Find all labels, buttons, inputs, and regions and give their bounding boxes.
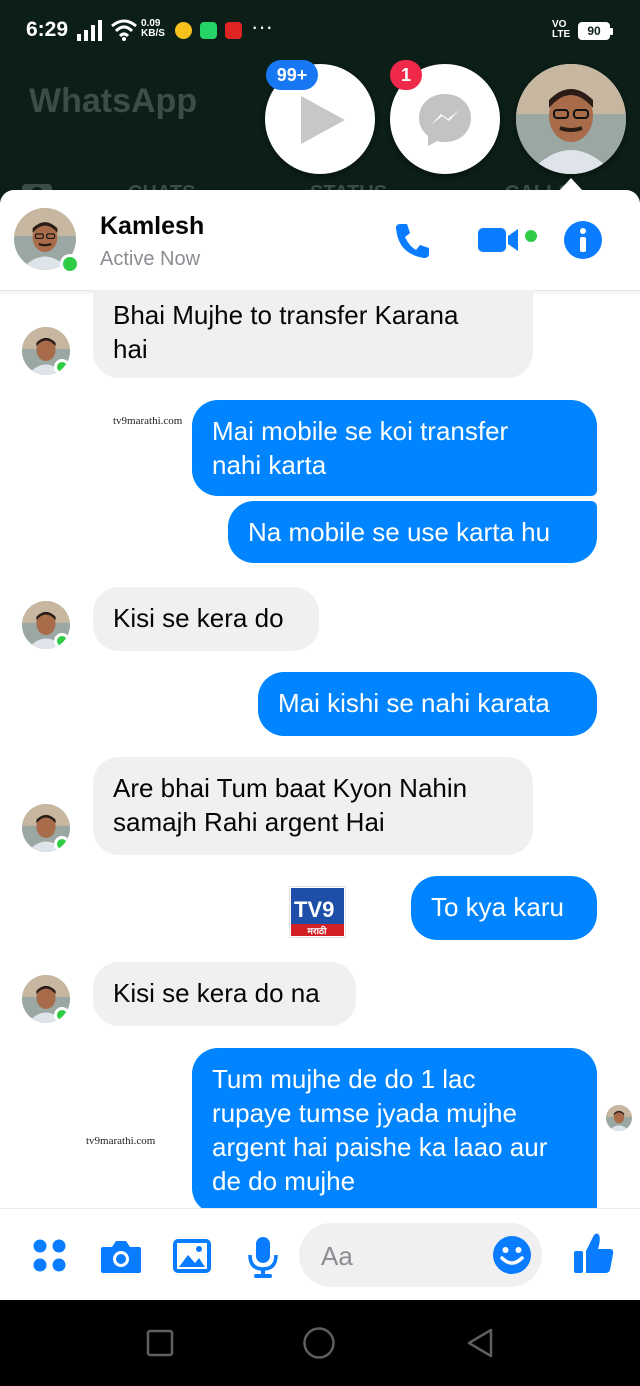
online-indicator bbox=[54, 1007, 70, 1023]
message-line: argent hai paishe ka laao aur bbox=[212, 1132, 548, 1162]
online-indicator bbox=[60, 254, 80, 274]
contact-photo bbox=[606, 1105, 632, 1131]
home-icon[interactable] bbox=[302, 1326, 336, 1360]
message-line: de do mujhe bbox=[212, 1166, 356, 1196]
message-line: Na mobile se use karta hu bbox=[248, 517, 551, 547]
chat-header: Kamlesh Active Now bbox=[0, 190, 640, 291]
message-bubble-outgoing[interactable]: To kya karu bbox=[411, 876, 597, 940]
messenger-chat-card: Kamlesh Active Now Bhai Mujhe to transfe… bbox=[0, 190, 640, 1300]
video-camera-icon[interactable] bbox=[476, 218, 524, 262]
message-bubble-outgoing[interactable]: Tum mujhe de do 1 lac rupaye tumse jyada… bbox=[192, 1048, 597, 1214]
message-input-placeholder: Aa bbox=[321, 1241, 353, 1271]
online-indicator bbox=[54, 633, 70, 649]
apps-grid-icon[interactable] bbox=[32, 1238, 68, 1274]
network-speed-unit: KB/S bbox=[141, 28, 165, 39]
status-bar: 6:29 0.09 KB/S ··· VO LTE 90 bbox=[0, 0, 640, 62]
whatsapp-title: WhatsApp bbox=[29, 82, 198, 120]
youtube-notification-icon bbox=[225, 22, 242, 39]
message-line: Kisi se kera do bbox=[113, 603, 284, 633]
contact-message-avatar[interactable] bbox=[22, 975, 70, 1023]
gallery-icon[interactable] bbox=[171, 1237, 213, 1275]
message-composer: Aa bbox=[0, 1208, 640, 1301]
microphone-icon[interactable] bbox=[247, 1235, 279, 1279]
online-indicator bbox=[54, 359, 70, 375]
message-bubble-outgoing[interactable]: Mai mobile se koi transfer nahi karta bbox=[192, 400, 597, 496]
contact-message-avatar[interactable] bbox=[22, 327, 70, 375]
android-nav-bar bbox=[0, 1300, 640, 1386]
tv9-logo: TV9 मराठी bbox=[289, 886, 346, 938]
watermark-text: tv9marathi.com bbox=[113, 415, 183, 427]
video-available-dot bbox=[525, 230, 537, 242]
emoji-icon[interactable] bbox=[492, 1235, 532, 1275]
message-line: nahi karta bbox=[212, 450, 327, 480]
network-speed: 0.09 KB/S bbox=[141, 19, 165, 39]
message-bubble-incoming[interactable]: Kisi se kera do bbox=[93, 587, 319, 651]
info-icon[interactable] bbox=[562, 218, 604, 262]
message-line: Bhai Mujhe to transfer Karana bbox=[113, 300, 459, 330]
seen-avatar bbox=[606, 1105, 632, 1131]
camera-icon[interactable] bbox=[99, 1237, 143, 1275]
status-time: 6:29 bbox=[26, 18, 69, 41]
signal-icon bbox=[77, 20, 102, 41]
phone-icon[interactable] bbox=[392, 218, 432, 262]
message-bubble-incoming[interactable]: Bhai Mujhe to transfer Karana hai bbox=[93, 290, 533, 378]
message-line: Mai kishi se nahi karata bbox=[278, 688, 550, 718]
message-bubble-outgoing[interactable]: Mai kishi se nahi karata bbox=[258, 672, 597, 736]
contact-name: Kamlesh bbox=[100, 212, 205, 240]
message-line: samajh Rahi argent Hai bbox=[113, 807, 385, 837]
chat-head-pointer bbox=[560, 178, 582, 190]
volte-indicator: VO LTE bbox=[552, 20, 570, 40]
online-indicator bbox=[54, 836, 70, 852]
tv9-logo-sub: मराठी bbox=[307, 925, 328, 937]
message-line: Tum mujhe de do 1 lac bbox=[212, 1064, 476, 1094]
battery-icon: 90 bbox=[578, 22, 613, 40]
watermark-text: tv9marathi.com bbox=[86, 1135, 156, 1147]
message-line: Are bhai Tum baat Kyon Nahin bbox=[113, 773, 468, 803]
contact-status: Active Now bbox=[100, 248, 201, 270]
message-bubble-incoming[interactable]: Kisi se kera do na bbox=[93, 962, 356, 1026]
recent-apps-icon[interactable] bbox=[146, 1329, 174, 1357]
tv9-logo-brand: TV9 bbox=[294, 897, 334, 922]
emoji-notification-icon bbox=[175, 22, 192, 39]
messenger-badge: 1 bbox=[390, 60, 422, 90]
message-line: To kya karu bbox=[431, 892, 564, 922]
message-line: Kisi se kera do na bbox=[113, 978, 320, 1008]
contact-message-avatar[interactable] bbox=[22, 601, 70, 649]
message-input[interactable]: Aa bbox=[299, 1223, 542, 1287]
message-line: rupaye tumse jyada mujhe bbox=[212, 1098, 517, 1128]
message-line: Mai mobile se koi transfer bbox=[212, 416, 509, 446]
message-bubble-incoming[interactable]: Are bhai Tum baat Kyon Nahin samajh Rahi… bbox=[93, 757, 533, 855]
chat-notification-icon bbox=[200, 22, 217, 39]
message-bubble-outgoing[interactable]: Na mobile se use karta hu bbox=[228, 501, 597, 563]
contact-message-avatar[interactable] bbox=[22, 804, 70, 852]
back-icon[interactable] bbox=[465, 1327, 495, 1359]
contact-photo bbox=[516, 64, 626, 174]
video-app-badge: 99+ bbox=[266, 60, 318, 90]
message-line: hai bbox=[113, 334, 148, 364]
more-notifications-icon: ··· bbox=[251, 14, 273, 39]
volte-bottom: LTE bbox=[552, 29, 571, 40]
wifi-icon bbox=[111, 19, 137, 41]
contact-head-avatar[interactable] bbox=[516, 64, 626, 174]
thumbs-up-icon[interactable] bbox=[572, 1231, 616, 1277]
